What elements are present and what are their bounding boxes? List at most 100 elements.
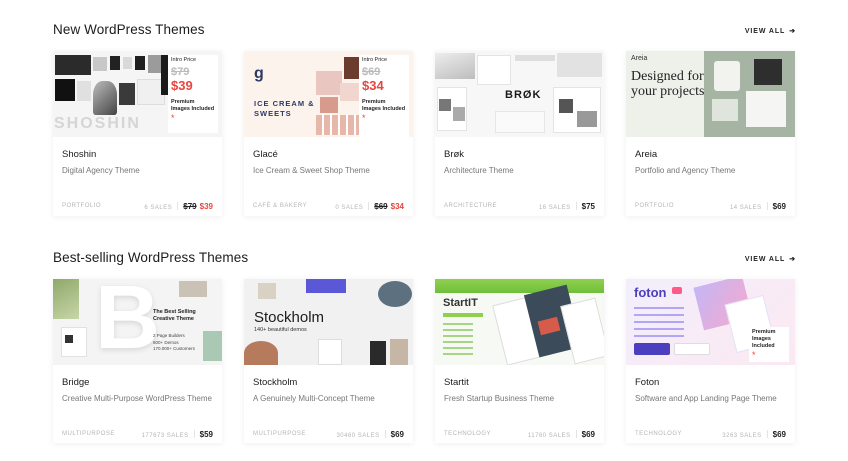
theme-name[interactable]: Brøk <box>444 149 595 161</box>
theme-art-list: 2 Page Builders 600+ Demos 170.000+ Cust… <box>153 333 195 351</box>
theme-card-startit[interactable]: StartIT Startit Fresh Startup Business T… <box>435 279 604 443</box>
theme-thumbnail[interactable]: Areia Designed for your projects <box>626 51 795 137</box>
star-icon: * <box>171 113 175 123</box>
theme-thumbnail[interactable]: g ICE CREAM & SWEETS Intro Price $69 $34… <box>244 51 413 137</box>
theme-thumbnail[interactable]: B The Best Selling Creative Theme 2 Page… <box>53 279 222 365</box>
theme-brand: Areia <box>631 55 648 62</box>
theme-art-text: Designed for your projects <box>631 69 705 99</box>
sale-price: $39 <box>199 202 213 211</box>
divider <box>766 202 768 210</box>
star-icon: * <box>362 113 366 123</box>
theme-description: Fresh Startup Business Theme <box>444 394 555 403</box>
theme-card-bridge[interactable]: B The Best Selling Creative Theme 2 Page… <box>53 279 222 443</box>
theme-category[interactable]: CAFÉ & BAKERY <box>253 203 307 209</box>
theme-art-title: The Best Selling Creative Theme <box>153 309 196 322</box>
theme-description: Architecture Theme <box>444 166 514 175</box>
theme-thumbnail[interactable]: foton Premium Images Included * <box>626 279 795 365</box>
theme-description: Creative Multi-Purpose WordPress Theme <box>62 394 212 403</box>
theme-card-shoshin[interactable]: SHOSHIN Intro Price $79 $39 Premium Imag… <box>53 51 222 216</box>
theme-art-text: ICE CREAM & SWEETS <box>254 99 315 118</box>
theme-category[interactable]: ARCHITECTURE <box>444 203 497 209</box>
theme-category[interactable]: PORTFOLIO <box>62 203 101 209</box>
theme-name[interactable]: Glacé <box>253 149 404 161</box>
theme-description: Portfolio and Agency Theme <box>635 166 736 175</box>
sales-count: 16 SALES <box>538 205 571 211</box>
theme-art-letter: B <box>95 279 160 365</box>
theme-logo: g <box>254 65 264 82</box>
divider <box>177 202 179 210</box>
price: $69 <box>390 430 404 439</box>
theme-thumbnail[interactable]: Stockholm 140+ beautiful demos <box>244 279 413 365</box>
price: $69 <box>581 430 595 439</box>
theme-art-subtitle: 140+ beautiful demos <box>254 327 307 333</box>
best-selling-section: Best-selling WordPress Themes VIEW ALL ➔ … <box>53 250 796 443</box>
promo-badge: Premium Images Included * <box>749 327 789 362</box>
theme-name[interactable]: Stockholm <box>253 377 404 389</box>
theme-name[interactable]: Foton <box>635 377 786 389</box>
star-icon: * <box>752 350 756 360</box>
sale-price: $34 <box>390 202 404 211</box>
sales-count: 6 SALES <box>144 205 173 211</box>
card-body: Startit Fresh Startup Business Theme <box>435 365 604 405</box>
theme-description: Digital Agency Theme <box>62 166 140 175</box>
price: $75 <box>581 202 595 211</box>
theme-art-text: StartIT <box>443 297 478 309</box>
promo-badge: Intro Price $69 $34 Premium Images Inclu… <box>359 55 409 137</box>
divider <box>575 430 577 438</box>
new-themes-section: New WordPress Themes VIEW ALL➔ SHOSHIN <box>53 22 796 216</box>
card-body: Brøk Architecture Theme <box>435 137 604 177</box>
section-header: New WordPress Themes VIEW ALL ➔ <box>53 22 796 42</box>
theme-card-glace[interactable]: g ICE CREAM & SWEETS Intro Price $69 $34… <box>244 51 413 216</box>
theme-card-brok[interactable]: BRØK Brøk Architecture Theme ARCHITECTUR… <box>435 51 604 216</box>
divider <box>384 430 386 438</box>
theme-art-text: SHOSHIN <box>54 115 141 132</box>
divider <box>575 202 577 210</box>
theme-category[interactable]: PORTFOLIO <box>635 203 674 209</box>
theme-thumbnail[interactable]: StartIT <box>435 279 604 365</box>
theme-name[interactable]: Shoshin <box>62 149 213 161</box>
theme-thumbnail[interactable]: SHOSHIN Intro Price $79 $39 Premium Imag… <box>53 51 222 137</box>
theme-card-stockholm[interactable]: Stockholm 140+ beautiful demos Stockholm… <box>244 279 413 443</box>
theme-art-text: BRØK <box>505 89 542 101</box>
divider <box>766 430 768 438</box>
card-body: Shoshin Digital Agency Theme <box>53 137 222 177</box>
theme-category[interactable]: TECHNOLOGY <box>635 431 682 437</box>
section-header: Best-selling WordPress Themes VIEW ALL ➔ <box>53 250 796 270</box>
theme-name[interactable]: Startit <box>444 377 595 389</box>
theme-name[interactable]: Areia <box>635 149 786 161</box>
price: $69 <box>772 430 786 439</box>
view-all-link[interactable]: VIEW ALL ➔ <box>745 27 796 35</box>
card-body: Foton Software and App Landing Page Them… <box>626 365 795 405</box>
theme-art-text: foton <box>634 285 667 300</box>
arrow-right-icon: ➔ <box>789 256 796 263</box>
view-all-link[interactable]: VIEW ALL ➔ <box>745 255 796 263</box>
sales-count: 11760 SALES <box>527 433 571 439</box>
old-price: $79 <box>183 202 197 211</box>
section-title: Best-selling WordPress Themes <box>53 250 249 265</box>
theme-description: Ice Cream & Sweet Shop Theme <box>253 166 370 175</box>
theme-category[interactable]: TECHNOLOGY <box>444 431 491 437</box>
old-price: $69 <box>374 202 388 211</box>
theme-category[interactable]: MULTIPURPOSE <box>253 431 306 437</box>
divider <box>368 202 370 210</box>
theme-art-text: Stockholm <box>254 309 325 326</box>
sales-count: 0 SALES <box>335 205 364 211</box>
arrow-right-icon: ➔ <box>789 28 796 35</box>
card-body: Bridge Creative Multi-Purpose WordPress … <box>53 365 222 405</box>
theme-card-foton[interactable]: foton Premium Images Included * Foton So… <box>626 279 795 443</box>
theme-name[interactable]: Bridge <box>62 377 213 389</box>
card-body: Glacé Ice Cream & Sweet Shop Theme <box>244 137 413 177</box>
sales-count: 30460 SALES <box>336 433 380 439</box>
price: $59 <box>199 430 213 439</box>
promo-badge: Intro Price $79 $39 Premium Images Inclu… <box>168 55 218 133</box>
theme-description: Software and App Landing Page Theme <box>635 394 777 403</box>
price: $69 <box>772 202 786 211</box>
sales-count: 14 SALES <box>729 205 762 211</box>
theme-thumbnail[interactable]: BRØK <box>435 51 604 137</box>
sales-count: 177673 SALES <box>141 433 189 439</box>
theme-description: A Genuinely Multi-Concept Theme <box>253 394 375 403</box>
card-body: Areia Portfolio and Agency Theme <box>626 137 795 177</box>
theme-card-areia[interactable]: Areia Designed for your projects Areia P… <box>626 51 795 216</box>
sales-count: 3263 SALES <box>722 433 762 439</box>
theme-category[interactable]: MULTIPURPOSE <box>62 431 115 437</box>
